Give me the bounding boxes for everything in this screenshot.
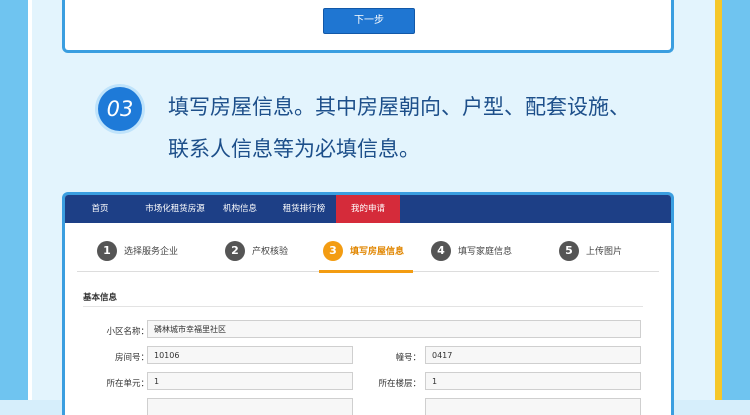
step-description: 填写房屋信息。其中房屋朝向、户型、配套设施、 联系人信息等为必填信息。 [168,86,668,170]
step-5-label: 上传图片 [586,247,623,257]
step-number-badge: 03 [98,87,142,131]
step-3-number: 3 [323,241,343,261]
room-label: 房间号： [114,353,149,363]
right-band [722,0,750,400]
room-field[interactable]: 10106 [147,346,353,364]
building-label: 幢号： [395,353,421,363]
step-3-label: 填写房屋信息 [350,247,405,257]
top-nav: 首页 市场化租赁房源 机构信息 租赁排行榜 我的申请 [65,195,671,223]
nav-item-market-rental[interactable]: 市场化租赁房源 [127,195,223,223]
floor-label: 所在楼层： [378,379,421,389]
active-step-underline [319,270,413,273]
step-4-label: 填写家庭信息 [458,247,513,257]
left-band [0,0,28,400]
building-field[interactable]: 0417 [425,346,641,364]
nav-item-agency-info[interactable]: 机构信息 [211,195,269,223]
step-description-line-1: 填写房屋信息。其中房屋朝向、户型、配套设施、 [168,95,630,119]
nav-item-rental-ranking[interactable]: 租赁排行榜 [271,195,337,223]
next-step-button[interactable]: 下一步 [323,8,415,34]
community-label: 小区名称： [106,327,149,337]
nav-item-my-application[interactable]: 我的申请 [336,195,400,223]
step-5-number: 5 [559,241,579,261]
extra-field-1[interactable] [147,398,353,415]
step-4-number: 4 [431,241,451,261]
step-description-line-2: 联系人信息等为必填信息。 [168,137,420,161]
step-2-number: 2 [225,241,245,261]
section-divider [83,306,643,307]
nav-item-home[interactable]: 首页 [77,195,123,223]
progress-steps: 1 选择服务企业 2 产权核验 3 填写房屋信息 4 填写家庭信息 5 上传图片 [65,223,671,277]
section-title: 基本信息 [83,293,118,303]
community-field[interactable]: 磷林城市幸福里社区 [147,320,641,338]
right-band-line [715,0,722,400]
unit-field[interactable]: 1 [147,372,353,390]
step-1-number: 1 [97,241,117,261]
floor-field[interactable]: 1 [425,372,641,390]
unit-label: 所在单元： [106,379,149,389]
step-2-label: 产权核验 [252,247,289,257]
form-screenshot: 首页 市场化租赁房源 机构信息 租赁排行榜 我的申请 1 选择服务企业 2 产权… [62,192,674,415]
step-1-label: 选择服务企业 [124,247,179,257]
previous-step-card: 下一步 [62,0,674,53]
extra-field-2[interactable] [425,398,641,415]
